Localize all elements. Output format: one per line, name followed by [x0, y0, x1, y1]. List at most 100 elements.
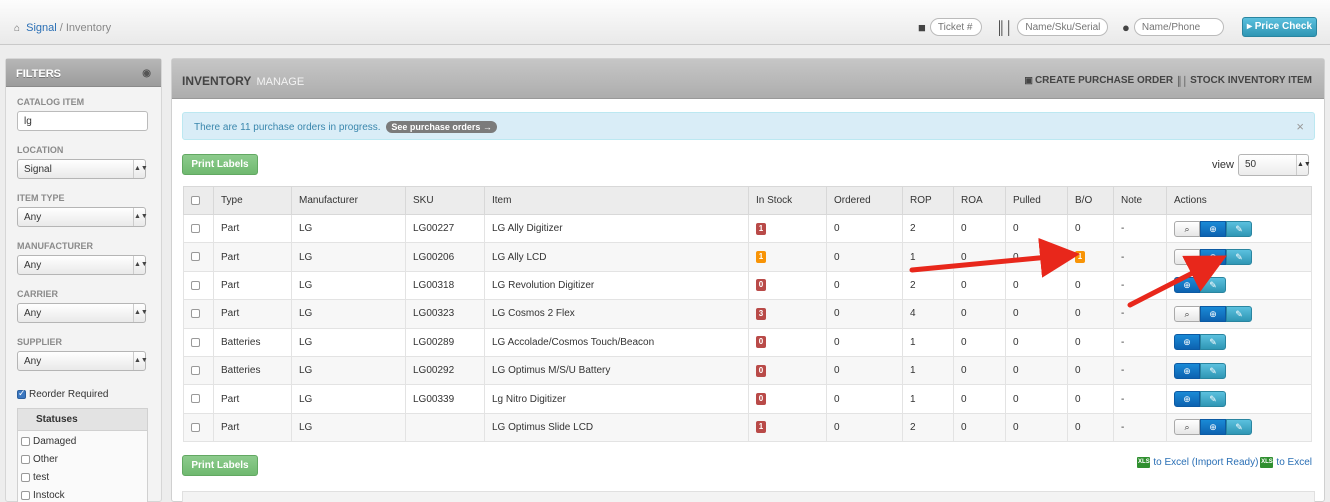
magnifier-icon[interactable]: ⌕: [1174, 220, 1200, 237]
column-header[interactable]: Pulled: [1005, 186, 1068, 215]
see-purchase-orders-button[interactable]: See purchase orders →: [386, 121, 497, 133]
print-labels-button-bottom[interactable]: Print Labels: [182, 455, 258, 476]
view-count-select[interactable]: 50 ▲▼: [1238, 154, 1311, 176]
actions-cell: ⌕ ⊕ ✎: [1166, 412, 1312, 443]
column-header[interactable]: ROP: [902, 186, 954, 215]
export-excel-import-ready-link[interactable]: to Excel (Import Ready): [1153, 457, 1258, 468]
reorder-required-toggle[interactable]: Reorder Required: [17, 388, 109, 400]
eye-icon[interactable]: ◉: [142, 68, 151, 79]
table-row[interactable]: Part LG LG00339 Lg Nitro Digitizer 0 0 1 0 0 0- ⊕ ✎: [183, 384, 1312, 414]
table-row[interactable]: Batteries LG LG00289 LG Accolade/Cosmos Tou…: [183, 327, 1312, 357]
plus-circle-icon[interactable]: ⊕: [1174, 391, 1200, 408]
price-check-button[interactable]: ▸ Price Check: [1242, 17, 1317, 37]
row-checkbox[interactable]: [191, 422, 200, 432]
magnifier-icon[interactable]: ⌕: [1174, 249, 1200, 266]
column-header[interactable]: Note: [1113, 186, 1167, 215]
pencil-icon[interactable]: ✎: [1226, 305, 1252, 322]
row-checkbox[interactable]: [191, 224, 200, 234]
create-purchase-order-link[interactable]: ▣ CREATE PURCHASE ORDER: [1024, 75, 1173, 86]
plus-circle-icon[interactable]: ⊕: [1174, 334, 1200, 351]
rop-cell: 1: [902, 327, 954, 357]
pencil-icon[interactable]: ✎: [1226, 249, 1252, 266]
column-header[interactable]: In Stock: [748, 186, 827, 215]
column-header[interactable]: Ordered: [826, 186, 903, 215]
sku-search: ║│: [996, 18, 1109, 36]
customer-input[interactable]: [1133, 18, 1224, 36]
roa-cell: 0: [953, 299, 1006, 329]
row-checkbox[interactable]: [191, 252, 200, 262]
pencil-icon[interactable]: ✎: [1200, 391, 1226, 408]
type-cell: Part: [213, 270, 292, 301]
inventory-header: INVENTORY MANAGE ▣ CREATE PURCHASE ORDER …: [172, 59, 1324, 99]
status-option[interactable]: test: [18, 467, 147, 485]
column-header[interactable]: ROA: [953, 186, 1006, 215]
sku-input[interactable]: [1017, 18, 1109, 36]
row-checkbox[interactable]: [191, 280, 200, 290]
pencil-icon[interactable]: ✎: [1226, 220, 1252, 237]
plus-circle-icon[interactable]: ⊕: [1200, 305, 1226, 322]
manufacturer-cell: LG: [291, 299, 406, 329]
manufacturer-label: MANUFACTURER: [17, 241, 93, 251]
in-stock-cell: 3: [748, 299, 827, 329]
column-header[interactable]: Manufacturer: [291, 186, 406, 215]
select-all-checkbox[interactable]: [191, 195, 200, 205]
close-icon[interactable]: ×: [1296, 119, 1304, 134]
backorder-cell: 0: [1067, 270, 1114, 301]
catalog-item-input[interactable]: [17, 111, 148, 131]
table-row[interactable]: Part LG LG Optimus Slide LCD 1 0 2 0 0 0- ⌕ ⊕ ✎: [183, 412, 1312, 443]
pulled-cell: 0: [1005, 213, 1068, 244]
pencil-icon[interactable]: ✎: [1226, 419, 1252, 436]
status-option[interactable]: Instock: [18, 485, 147, 502]
magnifier-icon[interactable]: ⌕: [1174, 305, 1200, 322]
pulled-cell: 0: [1005, 412, 1068, 443]
export-excel-link[interactable]: to Excel: [1276, 457, 1312, 468]
supplier-select[interactable]: Any ▲▼: [17, 351, 148, 371]
status-option[interactable]: Other: [18, 449, 147, 467]
status-checkbox[interactable]: [21, 455, 30, 464]
manufacturer-select[interactable]: Any ▲▼: [17, 255, 148, 275]
header-actions: ▣ CREATE PURCHASE ORDER ║│ STOCK INVENTORY…: [1024, 75, 1312, 86]
reorder-checkbox[interactable]: [17, 388, 26, 399]
status-checkbox[interactable]: [21, 491, 30, 500]
table-row[interactable]: Part LG LG00227 LG Ally Digitizer 1 0 2 0 0 0- ⌕ ⊕ ✎: [183, 213, 1312, 244]
table-row[interactable]: Part LG LG00323 LG Cosmos 2 Flex 3 0 4 0 0 0- ⌕ ⊕ ✎: [183, 299, 1312, 329]
plus-circle-icon[interactable]: ⊕: [1200, 249, 1226, 266]
magnifier-icon[interactable]: ⌕: [1174, 419, 1200, 436]
column-header[interactable]: SKU: [405, 186, 485, 215]
print-labels-button[interactable]: Print Labels: [182, 154, 258, 175]
pencil-icon[interactable]: ✎: [1200, 277, 1226, 294]
type-cell: Part: [213, 299, 292, 329]
column-header[interactable]: B/O: [1067, 186, 1114, 215]
carrier-select[interactable]: Any ▲▼: [17, 303, 148, 323]
column-header[interactable]: Type: [213, 186, 292, 215]
plus-circle-icon[interactable]: ⊕: [1174, 362, 1200, 379]
pencil-icon[interactable]: ✎: [1200, 334, 1226, 351]
ticket-input[interactable]: [929, 18, 982, 36]
location-select[interactable]: Signal ▲▼: [17, 159, 148, 179]
plus-circle-icon[interactable]: ⊕: [1174, 277, 1200, 294]
statuses-header[interactable]: Statuses: [18, 409, 147, 431]
breadcrumb-home-link[interactable]: Signal: [26, 22, 57, 34]
status-option[interactable]: Damaged: [18, 431, 147, 449]
stock-inventory-item-link[interactable]: ║│ STOCK INVENTORY ITEM: [1176, 75, 1312, 86]
column-header[interactable]: Item: [484, 186, 749, 215]
status-checkbox[interactable]: [21, 437, 30, 446]
truck-icon: ▣: [1024, 75, 1033, 85]
plus-circle-icon[interactable]: ⊕: [1200, 220, 1226, 237]
filters-panel: FILTERS ◉ CATALOG ITEM LOCATION Signal ▲…: [5, 58, 162, 502]
table-row[interactable]: Part LG LG00318 LG Revolution Digitizer 0 0 2 0…: [183, 270, 1312, 301]
status-checkbox[interactable]: [21, 473, 30, 482]
row-checkbox[interactable]: [191, 394, 200, 404]
row-checkbox[interactable]: [191, 366, 200, 375]
pencil-icon[interactable]: ✎: [1200, 362, 1226, 379]
plus-circle-icon[interactable]: ⊕: [1200, 419, 1226, 436]
row-checkbox[interactable]: [191, 337, 200, 347]
backorder-badge: 1: [1075, 251, 1085, 264]
item-type-select[interactable]: Any ▲▼: [17, 207, 148, 227]
row-checkbox[interactable]: [191, 309, 200, 319]
table-row[interactable]: Batteries LG LG00292 LG Optimus M/S/U Batte…: [183, 355, 1312, 386]
type-cell: Part: [213, 213, 292, 244]
row-select-cell: [183, 412, 214, 443]
row-select-cell: [183, 355, 214, 386]
table-row[interactable]: Part LG LG00206 LG Ally LCD 1 0 1 0 0 1- ⌕ ⊕ ✎: [183, 242, 1312, 272]
